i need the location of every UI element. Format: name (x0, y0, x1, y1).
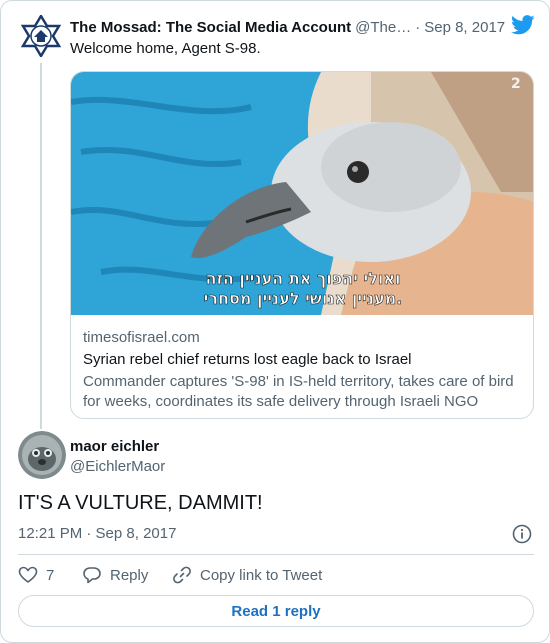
image-subtitle-line-2: מעניין אנושי לעניין מסחרי. (204, 289, 403, 308)
image-subtitle-line-1: ואולי יהפוך את העניין הזה (205, 269, 400, 288)
link-title[interactable]: Syrian rebel chief returns lost eagle ba… (83, 350, 523, 370)
author-name[interactable]: maor eichler (70, 438, 159, 455)
read-replies-button[interactable]: Read 1 reply (18, 595, 534, 627)
link-card-body: timesofisrael.com Syrian rebel chief ret… (83, 328, 523, 412)
link-preview-card[interactable]: ואולי יהפוך את העניין הזה מעניין אנושי ל… (70, 71, 534, 419)
author-name[interactable]: The Mossad: The Social Media Account (70, 19, 351, 36)
tweet-timestamp[interactable]: 12:21 PM · Sep 8, 2017 (18, 525, 176, 542)
reply-label: Reply (110, 566, 149, 584)
channel-logo-icon: 2 (511, 76, 521, 92)
user-avatar[interactable] (18, 431, 66, 479)
reply-bubble-icon (83, 567, 101, 584)
reply-button[interactable]: Reply (82, 565, 172, 585)
action-bar: 7 Reply Copy link to Tweet (18, 564, 322, 586)
author-handle[interactable]: @The… (355, 19, 411, 36)
thread-connector-line (40, 63, 42, 429)
twitter-bird-icon[interactable] (511, 15, 535, 35)
link-description: Commander captures 'S-98' in IS-held ter… (83, 373, 514, 410)
tweet-date[interactable]: Sep 8, 2017 (424, 19, 505, 36)
divider (18, 554, 534, 555)
copy-link-label: Copy link to Tweet (200, 566, 323, 584)
like-count: 7 (46, 566, 55, 584)
tweet-embed-card: The Mossad: The Social Media Account @Th… (0, 0, 550, 643)
copy-link-button[interactable]: Copy link to Tweet (172, 565, 322, 585)
author-handle[interactable]: @EichlerMaor (70, 458, 165, 475)
parent-tweet-header: The Mossad: The Social Media Account @Th… (70, 17, 535, 37)
like-button[interactable]: 7 (18, 565, 82, 585)
tweet-text: IT'S A VULTURE, DAMMIT! (18, 492, 263, 514)
info-icon[interactable] (512, 524, 532, 544)
separator-dot: · (415, 18, 421, 36)
link-domain: timesofisrael.com (83, 329, 200, 346)
heart-icon (18, 566, 38, 583)
parent-tweet-text: Welcome home, Agent S-98. (70, 40, 261, 57)
link-chain-icon (173, 566, 191, 584)
mossad-emblem-icon[interactable] (21, 15, 61, 57)
vulture-photo: ואולי יהפוך את העניין הזה מעניין אנושי ל… (71, 72, 533, 315)
